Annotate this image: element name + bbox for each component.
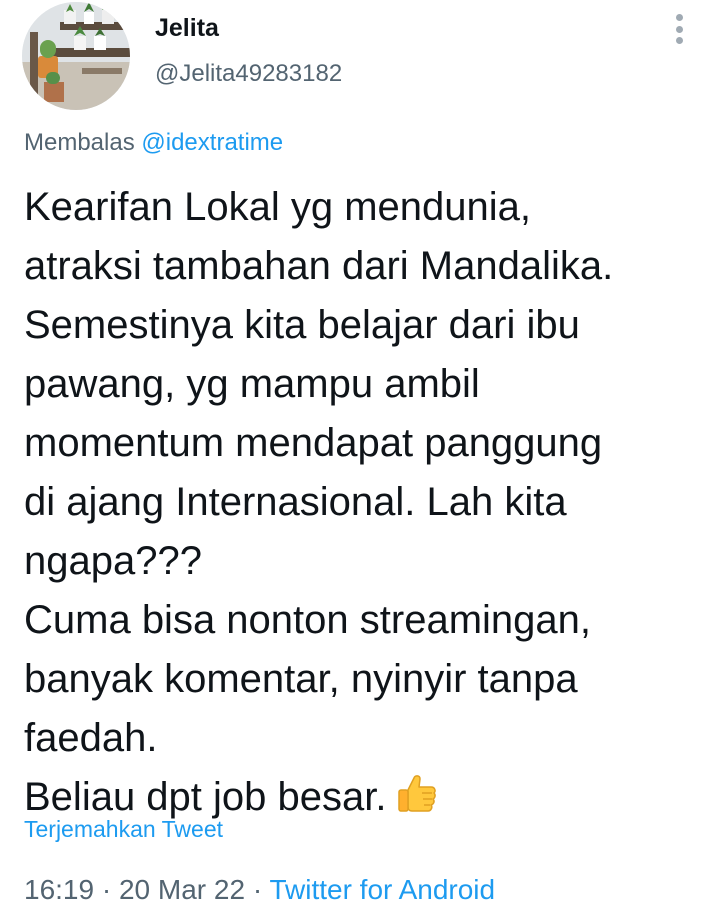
tweet-line: momentum mendapat panggung <box>24 421 603 465</box>
display-name[interactable]: Jelita <box>155 14 219 43</box>
more-vertical-icon-dot <box>675 37 683 44</box>
tweet-line: banyak komentar, nyinyir tanpa <box>24 657 578 701</box>
tweet-line: faedah. <box>24 716 158 760</box>
translate-tweet-link[interactable]: Terjemahkan Tweet <box>24 816 223 843</box>
tweet-line: ngapa??? <box>24 539 202 583</box>
more-options-button[interactable] <box>664 12 694 46</box>
tweet-line: Semestinya kita belajar dari ibu <box>24 303 580 347</box>
more-vertical-icon <box>675 14 683 21</box>
avatar[interactable] <box>22 2 130 110</box>
tweet-line: atraksi tambahan dari Mandalika. <box>24 244 614 288</box>
reply-mention-link[interactable]: @idextratime <box>141 129 283 156</box>
meta-separator: · <box>252 874 263 905</box>
tweet-line-text: Beliau dpt job besar. <box>24 775 387 819</box>
meta-separator: · <box>101 874 112 905</box>
tweet-source-link[interactable]: Twitter for Android <box>269 874 495 905</box>
user-handle[interactable]: @Jelita49283182 <box>155 60 342 88</box>
tweet-meta: 16:19 · 20 Mar 22 · Twitter for Android <box>24 874 495 906</box>
reply-prefix: Membalas <box>24 129 135 156</box>
tweet-line: Kearifan Lokal yg mendunia, <box>24 185 531 229</box>
tweet-line: di ajang Internasional. Lah kita <box>24 480 567 524</box>
reply-context: Membalas @idextratime <box>24 129 283 157</box>
more-vertical-icon-dot <box>675 25 683 33</box>
tweet-line: pawang, yg mampu ambil <box>24 362 480 406</box>
tweet-text: Kearifan Lokal yg mendunia, atraksi tamb… <box>24 178 704 833</box>
avatar-plants-photo <box>22 2 130 110</box>
tweet-date[interactable]: 20 Mar 22 <box>119 874 245 905</box>
tweet-time[interactable]: 16:19 <box>24 874 94 905</box>
thumbs-up-emoji-icon <box>394 770 440 833</box>
tweet-line: Cuma bisa nonton streamingan, <box>24 598 591 642</box>
